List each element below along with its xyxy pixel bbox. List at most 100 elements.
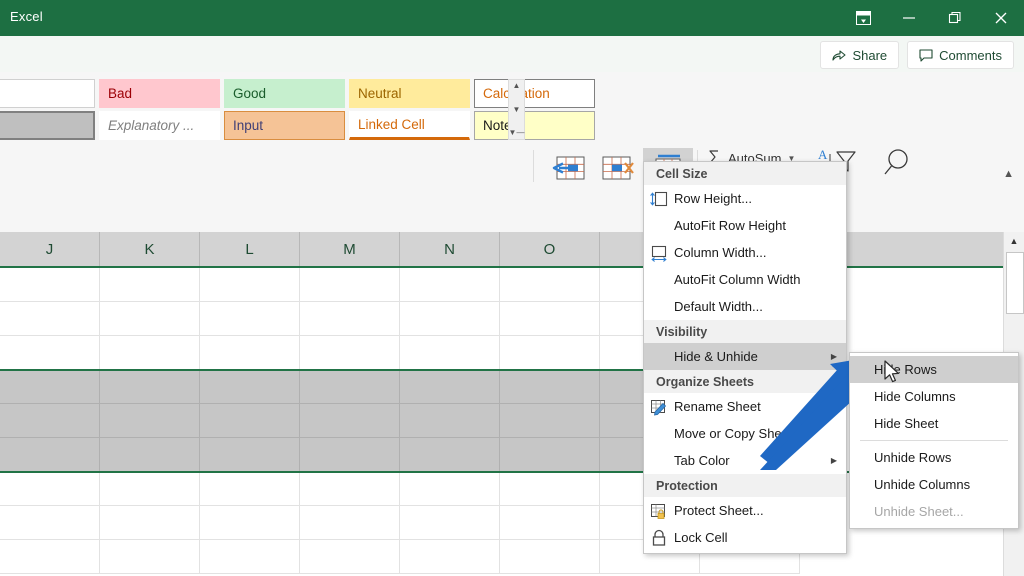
grid-cell-M6[interactable] <box>300 438 400 472</box>
gallery-more-icon[interactable]: ▼― <box>509 129 525 137</box>
grid-cell-N4[interactable] <box>400 370 500 404</box>
grid-cell-K1[interactable] <box>100 268 200 302</box>
style-checkcell[interactable] <box>0 111 95 140</box>
grid-cell-O4[interactable] <box>500 370 600 404</box>
grid-cell-J6[interactable] <box>0 438 100 472</box>
grid-cell-K2[interactable] <box>100 302 200 336</box>
grid-cell-N8[interactable] <box>400 506 500 540</box>
style-good[interactable]: Good <box>224 79 345 108</box>
column-header-L[interactable]: L <box>200 232 300 266</box>
grid-cell-J4[interactable] <box>0 370 100 404</box>
grid-cell-J9[interactable] <box>0 540 100 574</box>
grid-cell-L1[interactable] <box>200 268 300 302</box>
grid-cell-M7[interactable] <box>300 472 400 506</box>
column-header-M[interactable]: M <box>300 232 400 266</box>
grid-cell-N3[interactable] <box>400 336 500 370</box>
minimize-icon[interactable] <box>886 0 932 36</box>
submenu-item-hide-rows[interactable]: Hide Rows <box>850 356 1018 383</box>
style-neutral[interactable]: Neutral <box>349 79 470 108</box>
column-header-J[interactable]: J <box>0 232 100 266</box>
menu-item-lock-cell[interactable]: Lock Cell <box>644 524 846 551</box>
grid-cell-O3[interactable] <box>500 336 600 370</box>
menu-item-autofit-column-width[interactable]: AutoFit Column Width <box>644 266 846 293</box>
close-icon[interactable] <box>978 0 1024 36</box>
grid-row[interactable] <box>0 540 1004 574</box>
grid-row[interactable] <box>0 302 1004 336</box>
grid-cell-L9[interactable] <box>200 540 300 574</box>
style-normal[interactable] <box>0 79 95 108</box>
grid-cell-O9[interactable] <box>500 540 600 574</box>
grid-cell-M9[interactable] <box>300 540 400 574</box>
column-header-N[interactable]: N <box>400 232 500 266</box>
menu-item-hide-and-unhide[interactable]: Hide & Unhide ▶ <box>644 343 846 370</box>
grid-cell-J1[interactable] <box>0 268 100 302</box>
grid-cell-K8[interactable] <box>100 506 200 540</box>
menu-item-rename-sheet[interactable]: Rename Sheet <box>644 393 846 420</box>
submenu-item-unhide-rows[interactable]: Unhide Rows <box>850 444 1018 471</box>
style-explanatory[interactable]: Explanatory ... <box>99 111 220 140</box>
column-header-O[interactable]: O <box>500 232 600 266</box>
style-linked-cell[interactable]: Linked Cell <box>349 111 470 140</box>
grid-cell-L3[interactable] <box>200 336 300 370</box>
style-note[interactable]: Note <box>474 111 595 140</box>
hide-unhide-submenu[interactable]: Hide Rows Hide Columns Hide Sheet Unhide… <box>849 352 1019 529</box>
grid-cell-M5[interactable] <box>300 404 400 438</box>
grid-row[interactable] <box>0 268 1004 302</box>
grid-cell-J5[interactable] <box>0 404 100 438</box>
grid-cell-K6[interactable] <box>100 438 200 472</box>
grid-cell-N7[interactable] <box>400 472 500 506</box>
grid-cell-L7[interactable] <box>200 472 300 506</box>
grid-cell-O8[interactable] <box>500 506 600 540</box>
grid-cell-O2[interactable] <box>500 302 600 336</box>
grid-cell-L2[interactable] <box>200 302 300 336</box>
menu-item-protect-sheet[interactable]: Protect Sheet... <box>644 497 846 524</box>
grid-cell-N6[interactable] <box>400 438 500 472</box>
grid-cell-M3[interactable] <box>300 336 400 370</box>
scrollbar-thumb[interactable] <box>1006 252 1024 314</box>
menu-item-move-or-copy-sheet[interactable]: Move or Copy Sheet... <box>644 420 846 447</box>
grid-cell-N5[interactable] <box>400 404 500 438</box>
grid-cell-J7[interactable] <box>0 472 100 506</box>
submenu-item-hide-sheet[interactable]: Hide Sheet <box>850 410 1018 437</box>
grid-cell-K9[interactable] <box>100 540 200 574</box>
column-header-K[interactable]: K <box>100 232 200 266</box>
grid-cell-K7[interactable] <box>100 472 200 506</box>
grid-cell-M1[interactable] <box>300 268 400 302</box>
scroll-up-icon[interactable]: ▲ <box>1004 232 1024 250</box>
grid-cell-M8[interactable] <box>300 506 400 540</box>
submenu-item-hide-columns[interactable]: Hide Columns <box>850 383 1018 410</box>
grid-cell-J3[interactable] <box>0 336 100 370</box>
style-input[interactable]: Input <box>224 111 345 140</box>
submenu-item-unhide-columns[interactable]: Unhide Columns <box>850 471 1018 498</box>
grid-cell-L6[interactable] <box>200 438 300 472</box>
menu-item-row-height[interactable]: Row Height... <box>644 185 846 212</box>
grid-cell-O7[interactable] <box>500 472 600 506</box>
grid-cell-N9[interactable] <box>400 540 500 574</box>
grid-cell-L5[interactable] <box>200 404 300 438</box>
grid-cell-J8[interactable] <box>0 506 100 540</box>
format-dropdown-menu[interactable]: Cell Size Row Height... AutoFit Row Heig… <box>643 161 847 554</box>
menu-item-tab-color[interactable]: Tab Color ▶ <box>644 447 846 474</box>
style-bad[interactable]: Bad <box>99 79 220 108</box>
styles-gallery-scrollbar[interactable]: ▲ ▼ ▼― <box>508 79 525 140</box>
grid-cell-O1[interactable] <box>500 268 600 302</box>
gallery-scroll-up-icon[interactable]: ▲ <box>513 82 521 90</box>
menu-item-default-width[interactable]: Default Width... <box>644 293 846 320</box>
ribbon-collapse-icon[interactable]: ▲ <box>1003 168 1014 180</box>
grid-cell-N2[interactable] <box>400 302 500 336</box>
grid-cell-K3[interactable] <box>100 336 200 370</box>
grid-cell-J2[interactable] <box>0 302 100 336</box>
menu-item-autofit-row-height[interactable]: AutoFit Row Height <box>644 212 846 239</box>
ribbon-display-options-icon[interactable] <box>840 0 886 36</box>
grid-cell-K5[interactable] <box>100 404 200 438</box>
gallery-scroll-down-icon[interactable]: ▼ <box>513 106 521 114</box>
comments-button[interactable]: Comments <box>907 41 1014 69</box>
grid-cell-K4[interactable] <box>100 370 200 404</box>
menu-item-column-width[interactable]: Column Width... <box>644 239 846 266</box>
grid-cell-N1[interactable] <box>400 268 500 302</box>
grid-cell-L8[interactable] <box>200 506 300 540</box>
grid-cell-O5[interactable] <box>500 404 600 438</box>
grid-cell-M2[interactable] <box>300 302 400 336</box>
grid-cell-M4[interactable] <box>300 370 400 404</box>
style-calculation[interactable]: Calculation <box>474 79 595 108</box>
